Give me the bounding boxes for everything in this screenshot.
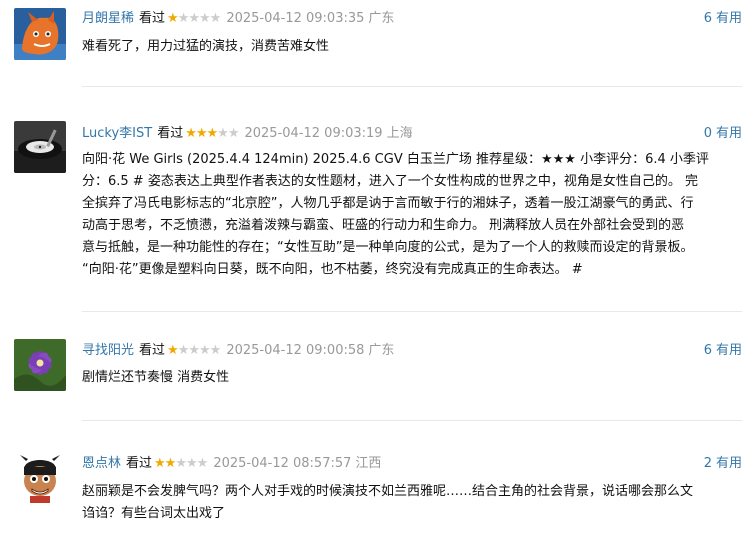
vote-useful-button[interactable]: 0 有用 [704, 124, 742, 144]
comment-line: “向阳·花”更像是塑料向日葵，既不向阳，也不枯萎，终究没有完成真正的生命表达。 … [82, 262, 583, 277]
avatar[interactable] [14, 121, 66, 173]
comment-line: 向阳·花 We Girls (2025.4.4 124min) 2025.4.6… [82, 152, 709, 167]
vinyl-record-avatar-icon [14, 121, 66, 173]
vote-count: 6 [703, 343, 712, 358]
rating-stars: ★★★★★ [154, 456, 208, 471]
comment-line: 全摈弃了冯氏电影标志的“北京腔”，人物几乎都是讷于言而敏于行的湘妹子，透着一股江… [82, 196, 694, 211]
purple-flower-avatar-icon [14, 339, 66, 391]
comment-item: 恩点林 看过 ★★★★★ 2025-04-12 08:57:57 江西 2 有用 赵丽颖是… [0, 443, 752, 533]
vote-label: 有用 [715, 343, 742, 358]
comment-item: 月朗星稀 看过 ★★★★★ 2025-04-12 09:03:35 广东 6 有用 难看死… [0, 0, 752, 90]
rating-stars: ★★★★★ [167, 11, 221, 26]
comment-header: 恩点林 看过 ★★★★★ 2025-04-12 08:57:57 江西 2 有用 [82, 454, 742, 474]
username-link[interactable]: 寻找阳光 [82, 343, 134, 358]
comment-content: 剧情烂还节奏慢 消费女性 [82, 367, 742, 389]
comment-location: 广东 [368, 343, 395, 358]
username-link[interactable]: Lucky李IST [82, 126, 152, 141]
comment-location: 江西 [355, 456, 382, 471]
comment-line: 意与抵触，是一种功能性的存在；“女性互助”是一种单向度的公式，是为了一个人的救赎… [82, 240, 694, 255]
comment-content: 向阳·花 We Girls (2025.4.4 124min) 2025.4.6… [82, 149, 742, 281]
divider [82, 420, 742, 421]
avatar[interactable] [14, 451, 66, 503]
vote-useful-button[interactable]: 6 有用 [704, 341, 742, 361]
comment-content: 难看死了，用力过猛的演技，消费苦难女性 [82, 36, 742, 58]
avatar[interactable] [14, 339, 66, 391]
vote-count: 2 [703, 456, 712, 471]
comment-line: 赵丽颖是不会发脾气吗？两个人对手戏的时候演技不如兰西雅呢……结合主角的社会背景，… [82, 484, 694, 499]
watch-status: 看过 [139, 343, 166, 358]
watch-status: 看过 [126, 456, 153, 471]
comment-location: 广东 [368, 11, 395, 26]
comment-header: 月朗星稀 看过 ★★★★★ 2025-04-12 09:03:35 广东 6 有用 [82, 9, 742, 29]
watch-status: 看过 [157, 126, 184, 141]
vote-count: 6 [703, 11, 712, 26]
divider [82, 311, 742, 312]
comment-line: 动高于思考，不乏愤懑，充溢着泼辣与霸蛮、旺盛的行动力和生命力。 刑满释放人员在外… [82, 218, 685, 233]
rating-stars: ★★★★★ [167, 343, 221, 358]
vote-label: 有用 [715, 11, 742, 26]
avatar[interactable] [14, 8, 66, 60]
comment-line: 难看死了，用力过猛的演技，消费苦难女性 [82, 39, 330, 54]
rating-stars: ★★★★★ [185, 126, 239, 141]
username-link[interactable]: 月朗星稀 [82, 11, 134, 26]
vote-useful-button[interactable]: 2 有用 [704, 454, 742, 474]
comment-line: 诌诌？有些台词太出戏了 [82, 506, 226, 521]
comment-time[interactable]: 2025-04-12 09:03:19 [244, 126, 382, 141]
vote-label: 有用 [715, 126, 742, 141]
comment-item: Lucky李IST 看过 ★★★★★ 2025-04-12 09:03:19 上海 0有… [0, 112, 752, 312]
divider [82, 86, 742, 87]
comment-content: 赵丽颖是不会发脾气吗？两个人对手戏的时候演技不如兰西雅呢……结合主角的社会背景，… [82, 481, 742, 525]
comment-item: 寻找阳光 看过 ★★★★★ 2025-04-12 09:00:58 广东 6 有用 剧情烂… [0, 330, 752, 420]
watch-status: 看过 [139, 11, 166, 26]
comment-header: 寻找阳光 看过 ★★★★★ 2025-04-12 09:00:58 广东 6 有用 [82, 341, 742, 361]
vote-label: 有用 [715, 456, 742, 471]
username-link[interactable]: 恩点林 [82, 456, 121, 471]
comment-line: 剧情烂还节奏慢 消费女性 [82, 370, 230, 385]
comment-time[interactable]: 2025-04-12 09:03:35 [226, 11, 364, 26]
comment-time[interactable]: 2025-04-12 08:57:57 [213, 456, 351, 471]
comment-location: 上海 [386, 126, 413, 141]
vote-useful-button[interactable]: 6 有用 [704, 9, 742, 29]
comment-time[interactable]: 2025-04-12 09:00:58 [226, 343, 364, 358]
vote-count: 0 [703, 126, 712, 141]
comment-header: Lucky李IST 看过 ★★★★★ 2025-04-12 09:03:19 上海 0有… [82, 124, 742, 144]
comment-line: 分：6.5 # 姿态表达上典型作者表达的女性题材，进入了一个女性构成的世界之中，… [82, 174, 698, 189]
orange-fox-avatar-icon [14, 8, 66, 60]
cartoon-kid-avatar-icon [14, 451, 66, 503]
